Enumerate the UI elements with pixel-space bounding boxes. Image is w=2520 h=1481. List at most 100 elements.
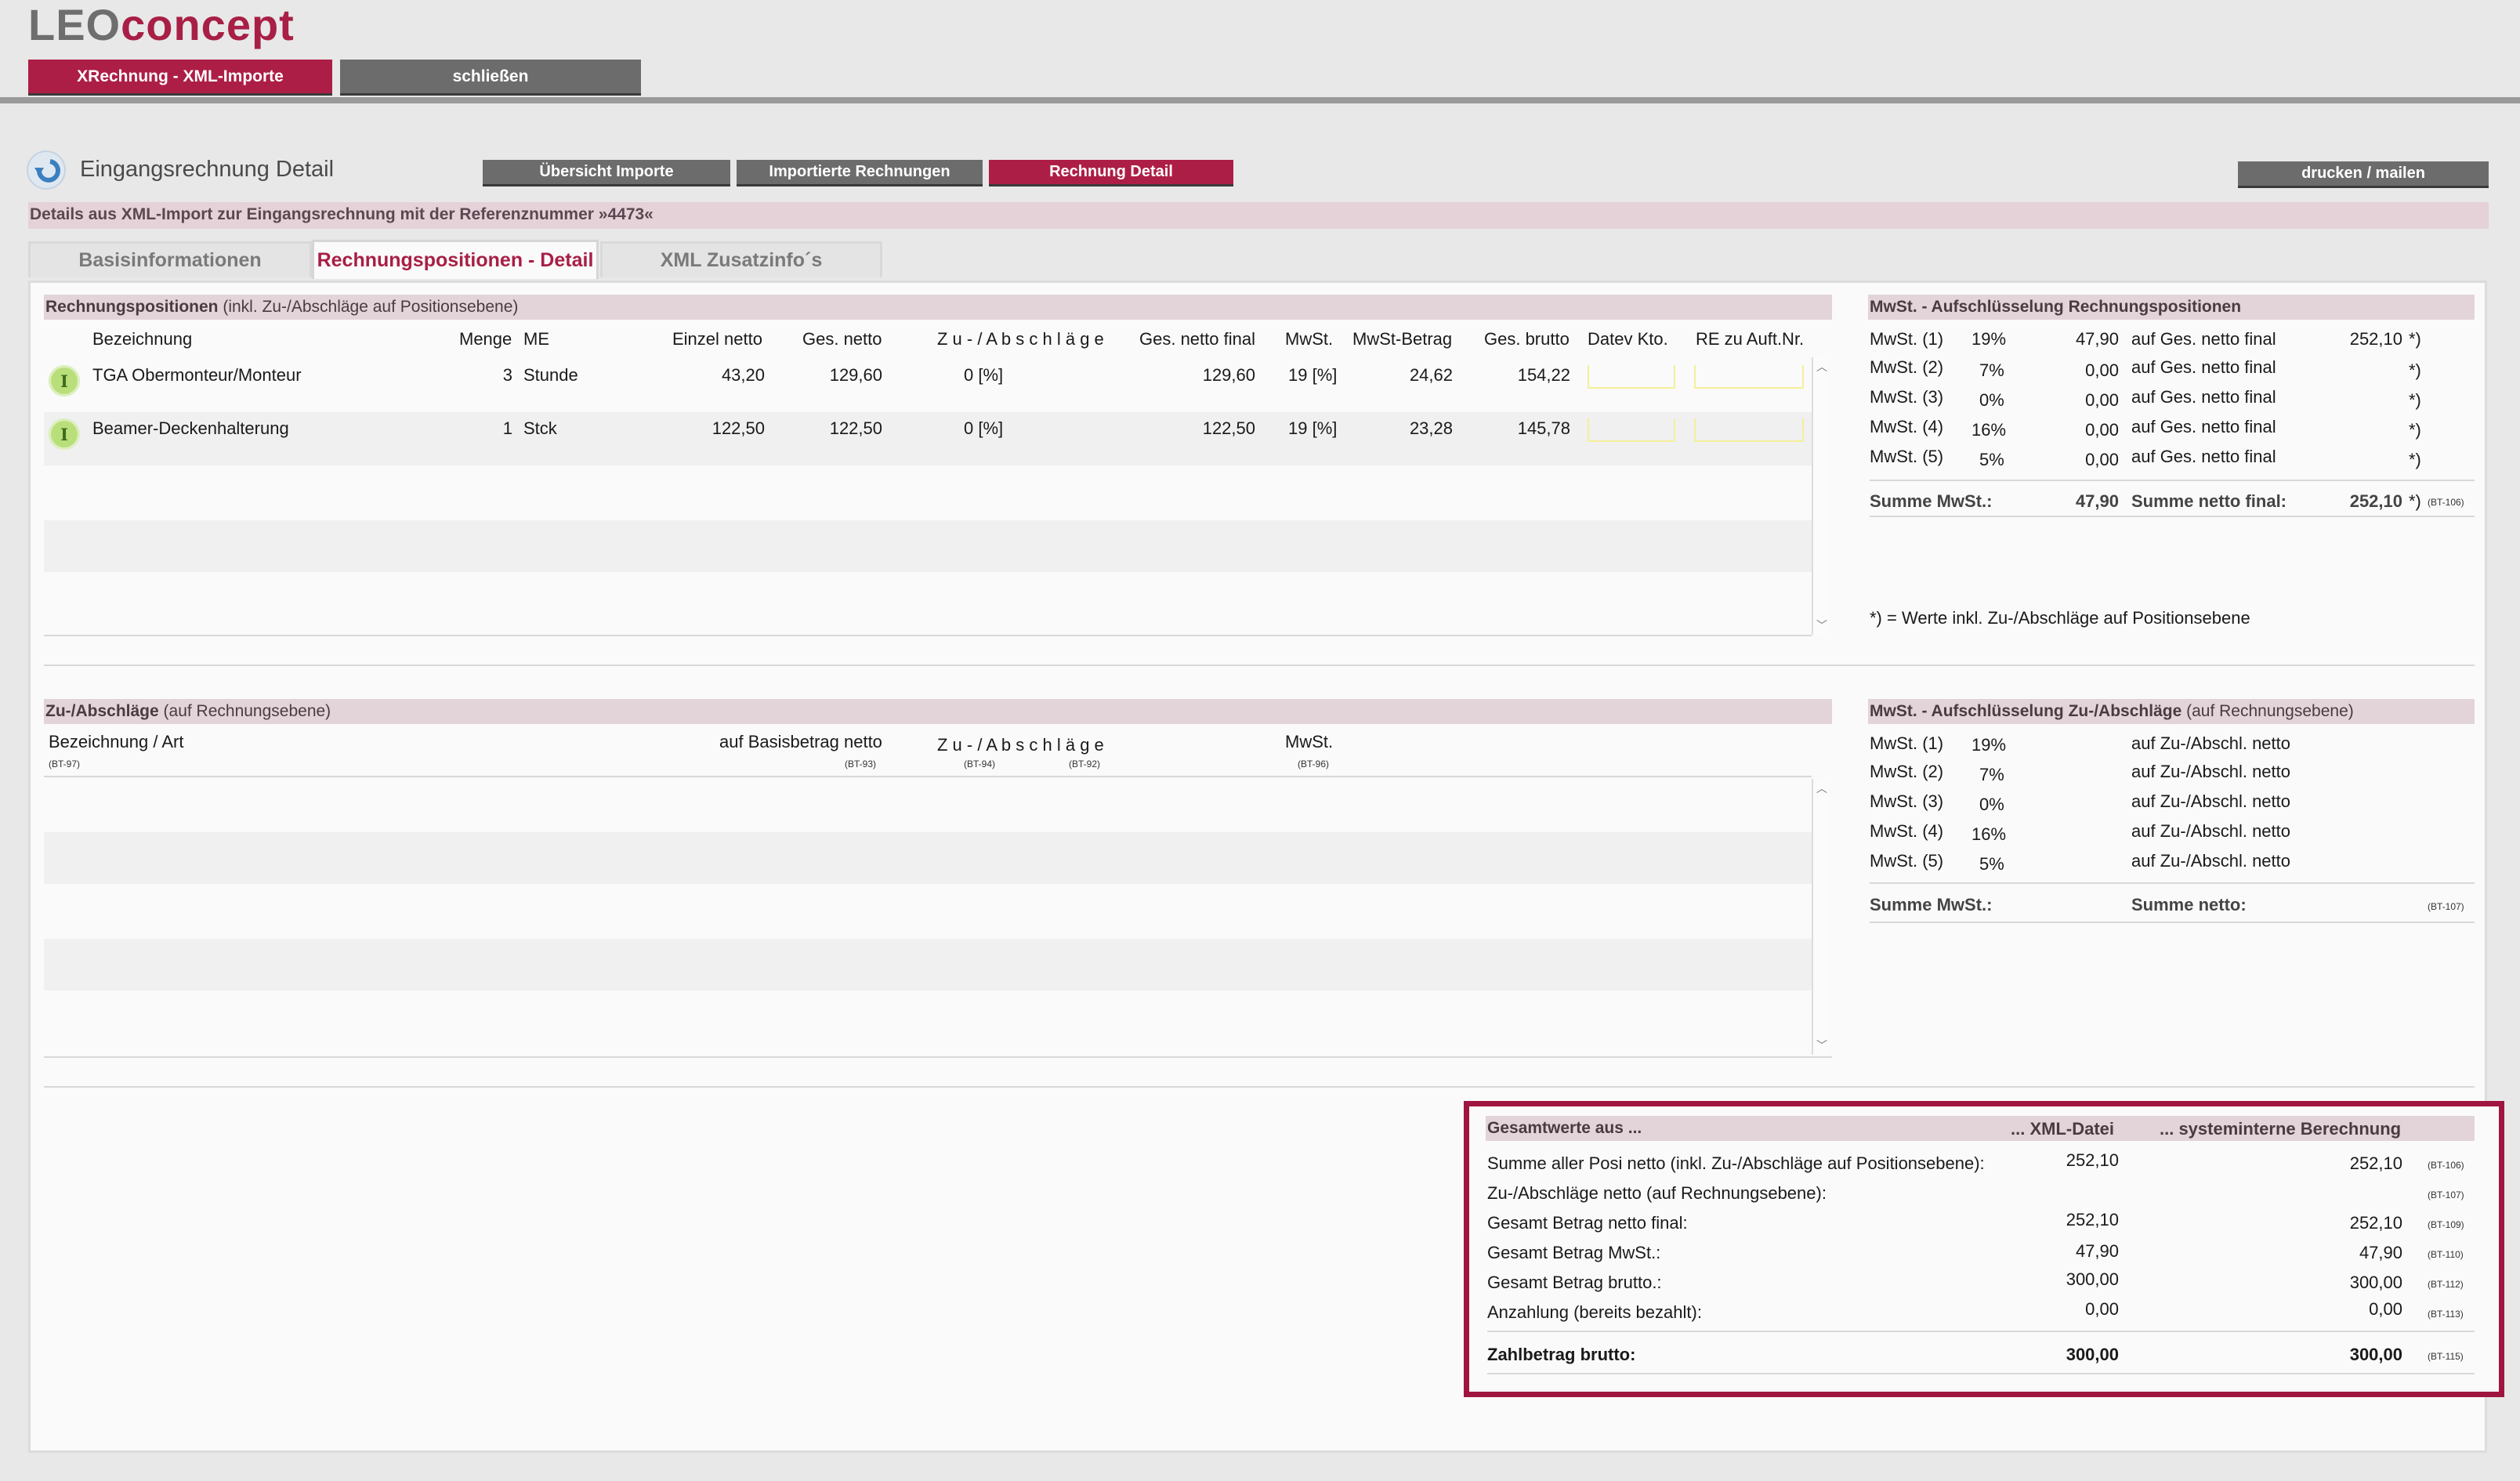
charges-heading-rest: (auf Rechnungsebene) [158, 702, 331, 720]
charges-scrollbar[interactable]: ︿ ﹀ [1812, 779, 1829, 1055]
charges-heading: Zu-/Abschläge (auf Rechnungsebene) [44, 699, 1832, 724]
bt-code: (BT-113) [2428, 1309, 2464, 1320]
col-ges-netto-final: Ges. netto final [1139, 329, 1255, 349]
totals-xml: 0,00 [2085, 1299, 2119, 1319]
xrechnung-nav-button[interactable]: XRechnung - XML-Importe [28, 60, 332, 96]
vat-basis-label: auf Zu-/Abschl. netto [2131, 733, 2290, 753]
scroll-up-icon[interactable]: ︿ [1816, 359, 1827, 375]
col-bezeichnung: Bezeichnung [92, 329, 193, 349]
position-qty: 3 [502, 365, 512, 385]
datev-account-field[interactable] [1588, 418, 1675, 442]
vat-rate: 19% [1971, 329, 2007, 349]
col-bezeichnung-art: Bezeichnung / Art [49, 732, 184, 751]
bt-code: (BT-92) [1069, 759, 1101, 769]
vat-mark: *) [2409, 420, 2421, 440]
vat-charges-heading: MwSt. - Aufschlüsselung Zu-/Abschläge (a… [1868, 699, 2475, 724]
vat-amount: 0,00 [2085, 450, 2119, 469]
charges-heading-bold: Zu-/Abschläge [45, 702, 159, 720]
vat-basis-label: auf Ges. netto final [2131, 417, 2276, 436]
col-re-zu-auftnr: RE zu Auft.Nr. [1696, 329, 1805, 349]
positions-scrollbar[interactable]: ︿ ﹀ [1812, 357, 1829, 635]
divider [1870, 480, 2475, 481]
position-gross: 145,78 [1517, 418, 1570, 438]
divider [1487, 1331, 2475, 1332]
tab-rechnungspositionen[interactable]: Rechnungspositionen - Detail [312, 240, 599, 279]
divider [1870, 882, 2475, 884]
vat-footnote: *) = Werte inkl. Zu-/Abschläge auf Posit… [1870, 608, 2250, 628]
bt-code: (BT-107) [2428, 1190, 2464, 1200]
vat-positions-heading-text: MwSt. - Aufschlüsselung Rechnungspositio… [1870, 298, 2242, 316]
position-vat: 19 [%] [1288, 418, 1338, 438]
invoice-detail-button[interactable]: Rechnung Detail [989, 160, 1233, 186]
bt-code: (BT-115) [2428, 1351, 2464, 1362]
totals-sys: 0,00 [2369, 1299, 2402, 1319]
order-reference-field[interactable] [1694, 418, 1804, 442]
vat-label: MwSt. (4) [1870, 417, 1944, 436]
bt-code: (BT-109) [2428, 1219, 2464, 1230]
position-unit-net: 43,20 [721, 365, 765, 385]
vat-positions-heading: MwSt. - Aufschlüsselung Rechnungspositio… [1868, 295, 2475, 320]
vat-amount: 0,00 [2085, 390, 2119, 410]
vat-basis-label: auf Ges. netto final [2131, 447, 2276, 466]
order-reference-field[interactable] [1694, 365, 1804, 389]
print-mail-button[interactable]: drucken / mailen [2238, 161, 2489, 188]
vat-label: MwSt. (2) [1870, 762, 1944, 781]
position-net-final: 129,60 [1202, 365, 1255, 385]
bt-code: (BT-94) [964, 759, 996, 769]
vat-mark: *) [2409, 390, 2421, 410]
scroll-down-icon[interactable]: ﹀ [1816, 617, 1827, 633]
table-row [44, 779, 1812, 831]
vat-label: MwSt. (3) [1870, 791, 1944, 811]
scroll-down-icon[interactable]: ﹀ [1816, 1037, 1827, 1053]
col-mwst: MwSt. [1285, 329, 1334, 349]
vat-label: MwSt. (2) [1870, 357, 1944, 377]
totals-heading-sys: ... systeminterne Berechnung [2160, 1119, 2402, 1139]
col-basisbetrag: auf Basisbetrag netto [719, 732, 882, 751]
info-icon[interactable]: I [49, 418, 80, 450]
info-icon[interactable]: I [49, 365, 80, 397]
position-total-net: 129,60 [829, 365, 882, 385]
divider [1870, 516, 2475, 517]
position-unit-net: 122,50 [711, 418, 765, 438]
close-button[interactable]: schließen [340, 60, 641, 96]
vat-charges-net-label: Summe netto: [2131, 895, 2247, 914]
back-icon[interactable] [27, 150, 66, 190]
vat-basis: 252,10 [2349, 329, 2402, 349]
subtitle-text: Details aus XML-Import zur Eingangsrechn… [30, 205, 654, 223]
overview-imports-button[interactable]: Übersicht Importe [483, 160, 730, 186]
page-title: Eingangsrechnung Detail [80, 157, 335, 182]
tab-basisinformationen[interactable]: Basisinformationen [28, 241, 312, 277]
tab-xml-zusatzinfo[interactable]: XML Zusatzinfo´s [600, 241, 882, 277]
totals-xml: 252,10 [2066, 1150, 2119, 1170]
totals-xml: 300,00 [2066, 1269, 2119, 1289]
vat-amount: 0,00 [2085, 420, 2119, 440]
datev-account-field[interactable] [1588, 365, 1675, 389]
final-total-sys: 300,00 [2349, 1345, 2402, 1364]
net-final-value: 252,10 [2349, 491, 2402, 511]
vat-basis-label: auf Ges. netto final [2131, 387, 2276, 407]
logo-part1: LEO [28, 0, 121, 49]
imported-invoices-button[interactable]: Importierte Rechnungen [737, 160, 983, 186]
col-ges-netto: Ges. netto [802, 329, 882, 349]
totals-label: Anzahlung (bereits bezahlt): [1487, 1302, 1702, 1322]
position-unit: Stck [523, 418, 557, 438]
totals-label: Zu-/Abschläge netto (auf Rechnungsebene)… [1487, 1183, 1827, 1203]
vat-rate: 19% [1971, 735, 2007, 755]
position-gross: 154,22 [1517, 365, 1570, 385]
vat-sum-label: Summe MwSt.: [1870, 491, 1993, 511]
position-qty: 1 [502, 418, 512, 438]
position-net-final: 122,50 [1202, 418, 1255, 438]
table-row [44, 992, 1812, 1055]
vat-amount: 0,00 [2085, 360, 2119, 380]
bt-code: (BT-97) [49, 759, 81, 769]
net-final-label: Summe netto final: [2131, 491, 2287, 511]
vat-basis-label: auf Zu-/Abschl. netto [2131, 791, 2290, 811]
col-zu-abschlaege-charges: Z u - / A b s c h l ä g e [937, 735, 1104, 755]
position-adjustment: 0 [%] [964, 418, 1004, 438]
scroll-up-icon[interactable]: ︿ [1816, 780, 1827, 796]
col-menge: Menge [459, 329, 512, 349]
vat-basis-label: auf Zu-/Abschl. netto [2131, 821, 2290, 841]
totals-heading-xml: ... XML-Datei [2011, 1119, 2115, 1139]
table-row [44, 467, 1812, 519]
vat-basis-label: auf Ges. netto final [2131, 357, 2276, 377]
